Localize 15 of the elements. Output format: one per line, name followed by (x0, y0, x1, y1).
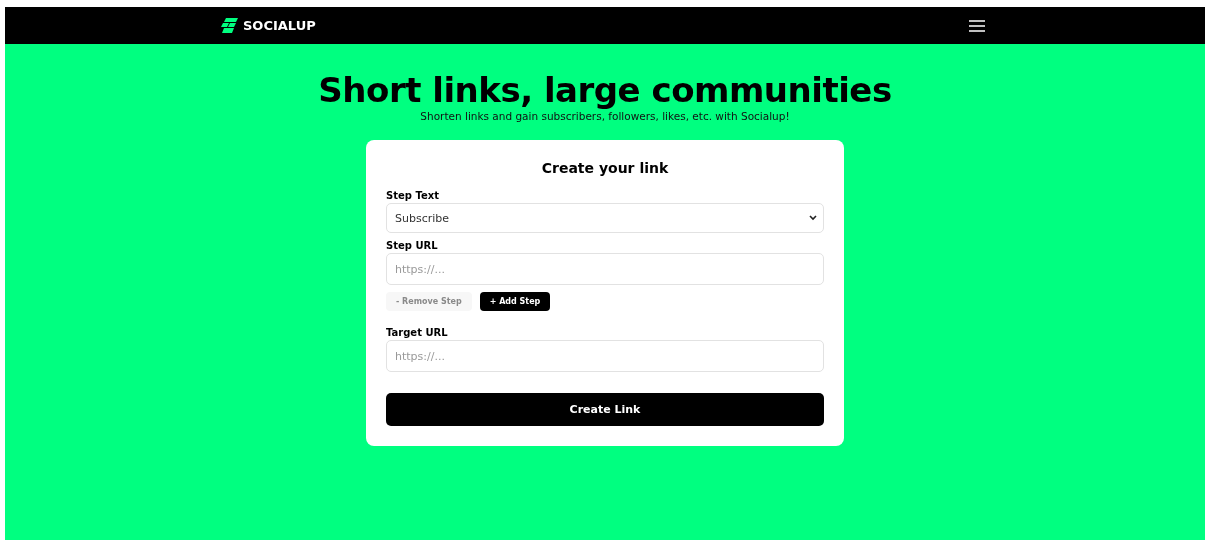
hero-subtitle: Shorten links and gain subscribers, followers, likes, etc. with Socialup! (420, 110, 790, 123)
field-label: Step Text (386, 190, 439, 202)
brand-name: SOCIALUP (243, 18, 316, 33)
field-label: Target URL (386, 327, 448, 339)
form-title: Create your link (540, 160, 670, 177)
input-field[interactable]: https://... (386, 340, 824, 373)
hero-title: Short links, large communities (318, 72, 892, 110)
field-label: Step URL (386, 240, 438, 252)
logo-icon (221, 18, 238, 33)
step-text-select[interactable]: Subscribe (386, 203, 824, 234)
chevron-down-icon (809, 215, 817, 222)
menu-icon[interactable] (969, 19, 985, 32)
create-link-button[interactable]: Create Link (386, 393, 824, 427)
step-button[interactable]: + Add Step (479, 292, 551, 312)
input-field[interactable]: https://... (386, 253, 824, 286)
